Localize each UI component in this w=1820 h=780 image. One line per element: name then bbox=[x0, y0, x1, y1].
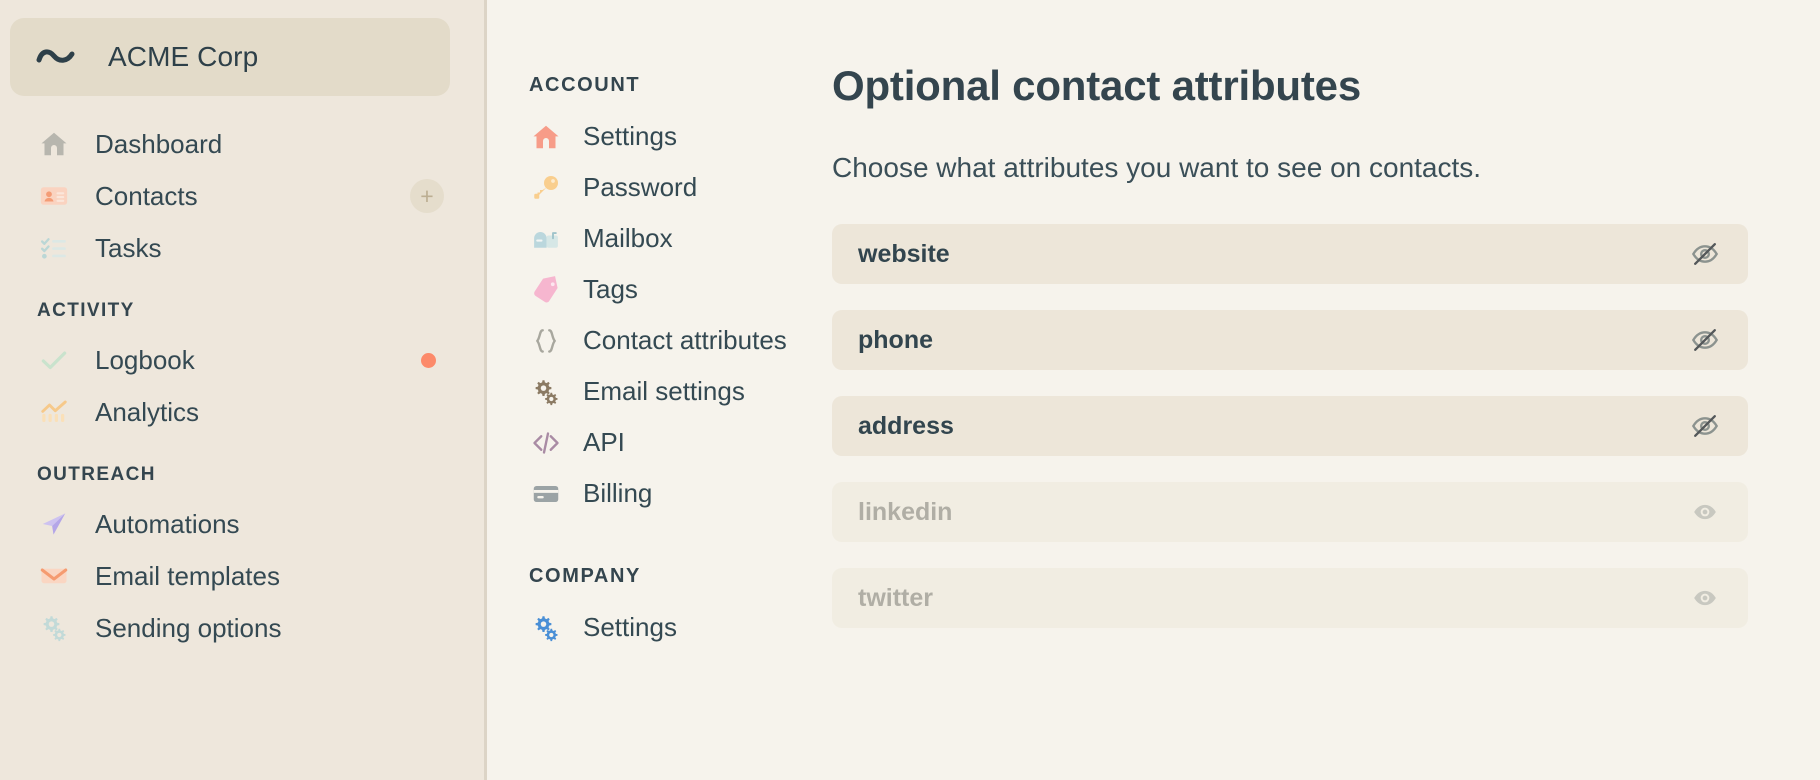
key-icon bbox=[529, 171, 563, 205]
attribute-row-website[interactable]: website bbox=[832, 224, 1748, 284]
eye-off-icon[interactable] bbox=[1688, 409, 1722, 443]
sidebar-item-label: Automations bbox=[95, 508, 240, 539]
attribute-name: linkedin bbox=[858, 497, 953, 526]
settings-nav-item-tags[interactable]: Tags bbox=[527, 264, 832, 315]
sidebar-item-logbook[interactable]: Logbook bbox=[10, 334, 462, 386]
settings-nav-item-company-settings[interactable]: Settings bbox=[527, 602, 832, 653]
sidebar-item-analytics[interactable]: Analytics bbox=[10, 386, 462, 438]
optional-attributes-list: website phone address linkedin twitter bbox=[832, 224, 1748, 628]
mailbox-icon bbox=[529, 222, 563, 256]
sidebar-section-heading-outreach: OUTREACH bbox=[37, 464, 156, 485]
app-root: ACME Corp Dashboard Contacts + Tasks ACT… bbox=[0, 0, 1820, 780]
settings-nav: ACCOUNT Settings Password Mailbox Tags C… bbox=[487, 0, 832, 780]
gears-icon bbox=[37, 611, 71, 645]
attribute-name: website bbox=[858, 239, 950, 268]
sidebar-item-label: Logbook bbox=[95, 344, 195, 375]
sidebar-primary-nav: Dashboard Contacts + Tasks bbox=[10, 118, 462, 274]
workspace-switcher[interactable]: ACME Corp bbox=[10, 18, 450, 96]
page-subtitle: Choose what attributes you want to see o… bbox=[832, 152, 1482, 183]
sidebar-item-tasks[interactable]: Tasks bbox=[10, 222, 462, 274]
eye-off-icon[interactable] bbox=[1688, 323, 1722, 357]
logbook-notification-badge bbox=[421, 352, 436, 368]
tilde-logo-icon bbox=[36, 37, 78, 77]
sidebar-item-sending-options[interactable]: Sending options bbox=[10, 602, 462, 654]
settings-nav-item-settings[interactable]: Settings bbox=[527, 111, 832, 162]
settings-nav-item-label: Password bbox=[583, 172, 698, 202]
settings-nav-item-label: Mailbox bbox=[583, 223, 673, 253]
sidebar-item-automations[interactable]: Automations bbox=[10, 498, 462, 550]
workspace-name: ACME Corp bbox=[108, 41, 259, 72]
settings-nav-item-email-settings[interactable]: Email settings bbox=[527, 366, 832, 417]
home-icon bbox=[37, 127, 71, 161]
attribute-row-twitter[interactable]: twitter bbox=[832, 568, 1748, 628]
settings-nav-item-label: Settings bbox=[583, 121, 677, 151]
main-content: Optional contact attributes Choose what … bbox=[832, 0, 1820, 780]
attribute-row-linkedin[interactable]: linkedin bbox=[832, 482, 1748, 542]
settings-nav-item-label: Tags bbox=[583, 274, 638, 304]
sidebar-item-label: Analytics bbox=[95, 396, 200, 427]
sidebar-item-label: Email templates bbox=[95, 560, 280, 591]
attribute-name: twitter bbox=[858, 583, 933, 612]
envelope-icon bbox=[37, 559, 71, 593]
code-icon bbox=[529, 426, 563, 460]
settings-nav-item-label: Billing bbox=[583, 478, 653, 508]
attribute-row-phone[interactable]: phone bbox=[832, 310, 1748, 370]
sidebar-item-label: Dashboard bbox=[95, 128, 223, 159]
paper-plane-icon bbox=[37, 507, 71, 541]
attribute-name: phone bbox=[858, 325, 933, 354]
settings-nav-item-label: Contact attributes bbox=[583, 325, 787, 355]
sidebar-item-email-templates[interactable]: Email templates bbox=[10, 550, 462, 602]
eye-off-icon[interactable] bbox=[1688, 237, 1722, 271]
sidebar-section-heading-activity: ACTIVITY bbox=[37, 300, 135, 321]
attribute-name: address bbox=[858, 411, 954, 440]
settings-nav-item-label: API bbox=[583, 427, 625, 457]
braces-icon bbox=[529, 324, 563, 358]
settings-nav-item-api[interactable]: API bbox=[527, 417, 832, 468]
tag-icon bbox=[529, 273, 563, 307]
settings-nav-heading-account: ACCOUNT bbox=[529, 74, 641, 96]
gears-icon bbox=[529, 375, 563, 409]
page-title: Optional contact attributes bbox=[832, 62, 1361, 109]
settings-nav-item-mailbox[interactable]: Mailbox bbox=[527, 213, 832, 264]
credit-card-icon bbox=[529, 477, 563, 511]
eye-icon[interactable] bbox=[1688, 581, 1722, 615]
sidebar-item-label: Contacts bbox=[95, 180, 198, 211]
settings-nav-item-password[interactable]: Password bbox=[527, 162, 832, 213]
contact-card-icon bbox=[37, 179, 71, 213]
main-sidebar: ACME Corp Dashboard Contacts + Tasks ACT… bbox=[0, 0, 487, 780]
settings-nav-item-contact-attributes[interactable]: Contact attributes bbox=[527, 315, 832, 366]
sidebar-item-label: Sending options bbox=[95, 612, 282, 643]
attribute-row-address[interactable]: address bbox=[832, 396, 1748, 456]
sidebar-item-dashboard[interactable]: Dashboard bbox=[10, 118, 462, 170]
home-icon bbox=[529, 120, 563, 154]
settings-nav-item-label: Email settings bbox=[583, 376, 745, 406]
gears-icon bbox=[529, 611, 563, 645]
settings-nav-item-label: Settings bbox=[583, 612, 677, 642]
check-icon bbox=[37, 343, 71, 377]
add-contact-button[interactable]: + bbox=[410, 179, 444, 213]
eye-icon[interactable] bbox=[1688, 495, 1722, 529]
checklist-icon bbox=[37, 231, 71, 265]
bar-chart-icon bbox=[37, 395, 71, 429]
sidebar-item-label: Tasks bbox=[95, 232, 162, 263]
settings-nav-heading-company: COMPANY bbox=[529, 565, 641, 587]
settings-nav-item-billing[interactable]: Billing bbox=[527, 468, 832, 519]
sidebar-item-contacts[interactable]: Contacts + bbox=[10, 170, 462, 222]
